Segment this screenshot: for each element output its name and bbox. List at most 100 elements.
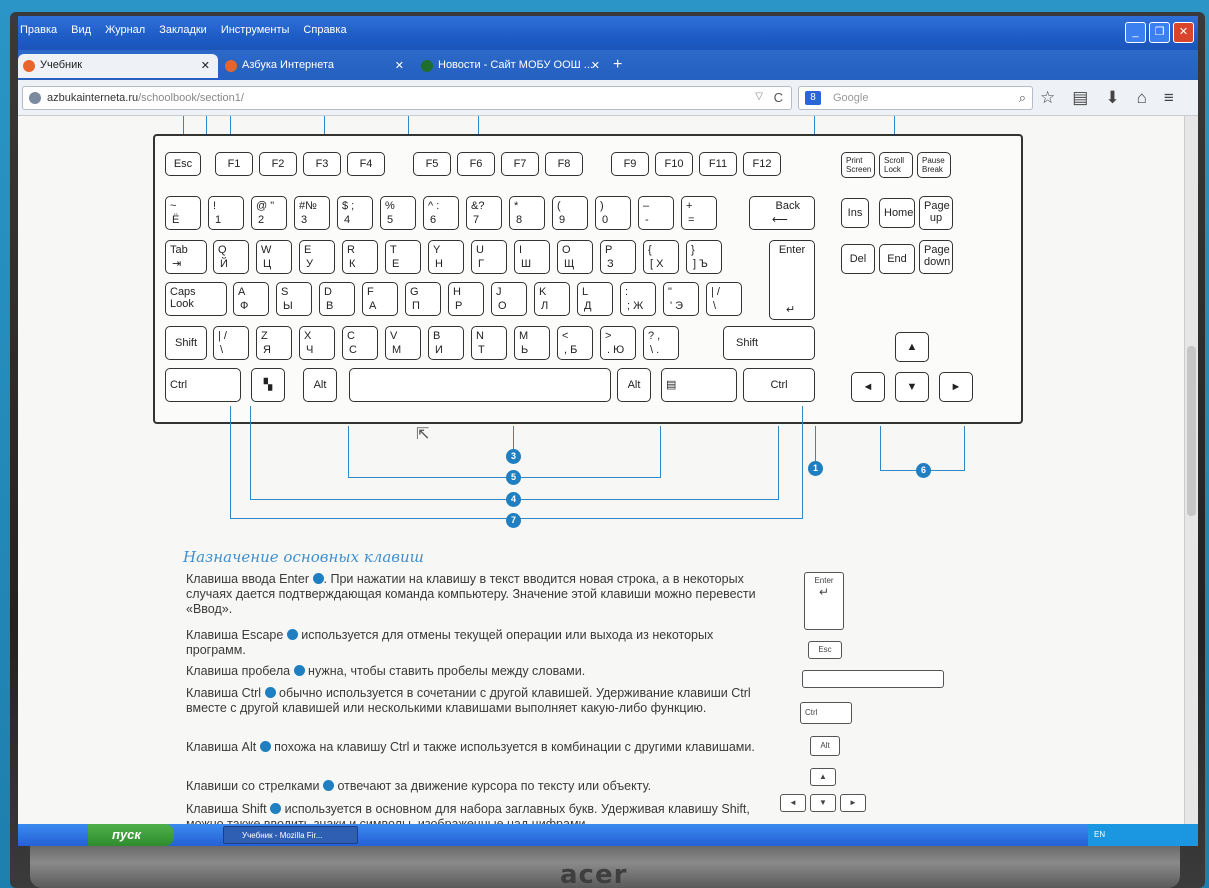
page-scrollbar[interactable] xyxy=(1184,116,1198,824)
key-f1: F1 xyxy=(215,152,253,176)
mini-key-space xyxy=(802,670,944,688)
key-insert: Ins xyxy=(841,198,869,228)
mini-key-alt: Alt xyxy=(810,736,840,756)
callout-line xyxy=(408,116,409,134)
tab-label: Азбука Интернета xyxy=(242,59,335,71)
tab-azbuka[interactable]: Азбука Интернета ✕ xyxy=(220,54,412,78)
key-row4-7: MЬ xyxy=(514,326,550,360)
mini-key-ctrl: Ctrl xyxy=(800,702,852,724)
key-row4-3: CС xyxy=(342,326,378,360)
key-backspace: Back ⟵ xyxy=(749,196,815,230)
close-tab-icon[interactable]: ✕ xyxy=(591,59,600,72)
key-row4-0: | / \ xyxy=(213,326,249,360)
callout-number: 4 xyxy=(506,492,521,507)
url-bar[interactable]: azbukainterneta.ru/schoolbook/section1/ … xyxy=(22,86,792,110)
history-dropdown-icon[interactable]: ▽ xyxy=(755,91,763,102)
callout-line xyxy=(230,406,231,518)
key-page-up: Page up xyxy=(919,196,953,230)
key-f6: F6 xyxy=(457,152,495,176)
key-f8: F8 xyxy=(545,152,583,176)
key-row1-1: ! 1 xyxy=(208,196,244,230)
tab-novosti[interactable]: Новости - Сайт МОБУ ООШ ... ✕ xyxy=(416,54,608,78)
search-bar[interactable]: 8 Google ⌕ xyxy=(798,86,1033,110)
paragraph-space: Клавиша пробела нужна, чтобы ставить про… xyxy=(186,664,586,678)
scrollbar-thumb[interactable] xyxy=(1187,346,1196,516)
key-row4-6: NТ xyxy=(471,326,507,360)
taskbar-firefox-window[interactable]: Учебник - Mozilla Fir... xyxy=(223,826,358,844)
key-f9: F9 xyxy=(611,152,649,176)
key-row1-3: #№ 3 xyxy=(294,196,330,230)
reload-icon[interactable]: C xyxy=(774,90,783,105)
callout-line xyxy=(815,426,816,462)
callout-line xyxy=(324,116,325,134)
key-shift-right: Shift xyxy=(723,326,815,360)
key-f11: F11 xyxy=(699,152,737,176)
callout-number: 1 xyxy=(808,461,823,476)
search-engine-icon[interactable]: 8 xyxy=(805,91,821,105)
key-caps-lock: Caps Look xyxy=(165,282,227,316)
menu-item-help[interactable]: Справка xyxy=(301,24,348,36)
menu-item-history[interactable]: Журнал xyxy=(103,24,147,36)
search-icon[interactable]: ⌕ xyxy=(1019,90,1026,106)
minimize-button[interactable]: _ xyxy=(1125,22,1146,43)
menu-hamburger-icon[interactable]: ≡ xyxy=(1164,88,1174,108)
menu-key-icon: ▤ xyxy=(666,379,677,391)
menu-item-view[interactable]: Вид xyxy=(69,24,93,36)
callout-bullet-icon xyxy=(264,687,276,698)
key-row2-9: PЗ xyxy=(600,240,636,274)
menu-item-edit[interactable]: Правка xyxy=(18,24,59,36)
language-indicator[interactable]: EN xyxy=(1094,830,1105,839)
mouse-cursor-icon: ⇱ xyxy=(416,426,430,443)
key-row3-7: KЛ xyxy=(534,282,570,316)
callout-number: 3 xyxy=(506,449,521,464)
reading-list-icon[interactable]: ▤ xyxy=(1072,88,1088,108)
key-windows: ▚ xyxy=(251,368,285,402)
key-row1-2: @ " 2 xyxy=(251,196,287,230)
key-f2: F2 xyxy=(259,152,297,176)
key-row1-5: % 5 xyxy=(380,196,416,230)
nav-bar: azbukainterneta.ru/schoolbook/section1/ … xyxy=(18,80,1198,116)
callout-line xyxy=(183,116,184,134)
callout-line xyxy=(964,426,965,471)
key-print-screen: Print Screen xyxy=(841,152,875,178)
mini-key-arrow-up: ▲ xyxy=(810,768,836,786)
section-title: Назначение основных клавиш xyxy=(183,548,424,566)
key-row3-9: :; Ж xyxy=(620,282,656,316)
downloads-icon[interactable]: ⬇ xyxy=(1105,88,1119,108)
close-tab-icon[interactable]: ✕ xyxy=(395,59,404,72)
tab-uchebnik[interactable]: Учебник ✕ xyxy=(18,54,218,78)
key-scroll-lock: Scroll Lock xyxy=(879,152,913,178)
close-window-button[interactable]: ✕ xyxy=(1173,22,1194,43)
key-row1-4: $ ; 4 xyxy=(337,196,373,230)
key-space xyxy=(349,368,611,402)
start-button[interactable]: пуск xyxy=(88,824,174,846)
key-pause-break: Pause Break xyxy=(917,152,951,178)
menu-item-bookmarks[interactable]: Закладки xyxy=(157,24,209,36)
maximize-button[interactable]: ❐ xyxy=(1149,22,1170,43)
keyboard-diagram: Esc F1 F2 F3 F4 F5 F6 F7 F8 F9 F10 F11 F… xyxy=(153,134,1023,424)
key-row2-11: }] Ъ xyxy=(686,240,722,274)
new-tab-button[interactable]: + xyxy=(613,56,622,74)
bookmark-star-icon[interactable]: ☆ xyxy=(1040,88,1055,108)
key-arrow-up: ▲ xyxy=(895,332,929,362)
key-row3-6: JО xyxy=(491,282,527,316)
callout-line xyxy=(206,116,207,134)
menu-item-tools[interactable]: Инструменты xyxy=(219,24,292,36)
callout-line xyxy=(880,426,881,470)
paragraph-escape: Клавиша Escape используется для отмены т… xyxy=(186,628,714,657)
site-favicon-icon xyxy=(421,60,433,72)
callout-line xyxy=(814,116,815,134)
site-identity-icon[interactable] xyxy=(29,92,41,104)
key-row1-9: (9 xyxy=(552,196,588,230)
close-tab-icon[interactable]: ✕ xyxy=(201,59,210,72)
key-esc: Esc xyxy=(165,152,201,176)
key-row3-10: " ' Э xyxy=(663,282,699,316)
callout-line xyxy=(802,406,803,519)
callout-number: 6 xyxy=(916,463,931,478)
key-row2-1: WЦ xyxy=(256,240,292,274)
key-row3-8: LД xyxy=(577,282,613,316)
key-row4-5: BИ xyxy=(428,326,464,360)
key-enter: Enter ↵ xyxy=(769,240,815,320)
key-row3-3: FА xyxy=(362,282,398,316)
home-icon[interactable]: ⌂ xyxy=(1137,88,1147,108)
